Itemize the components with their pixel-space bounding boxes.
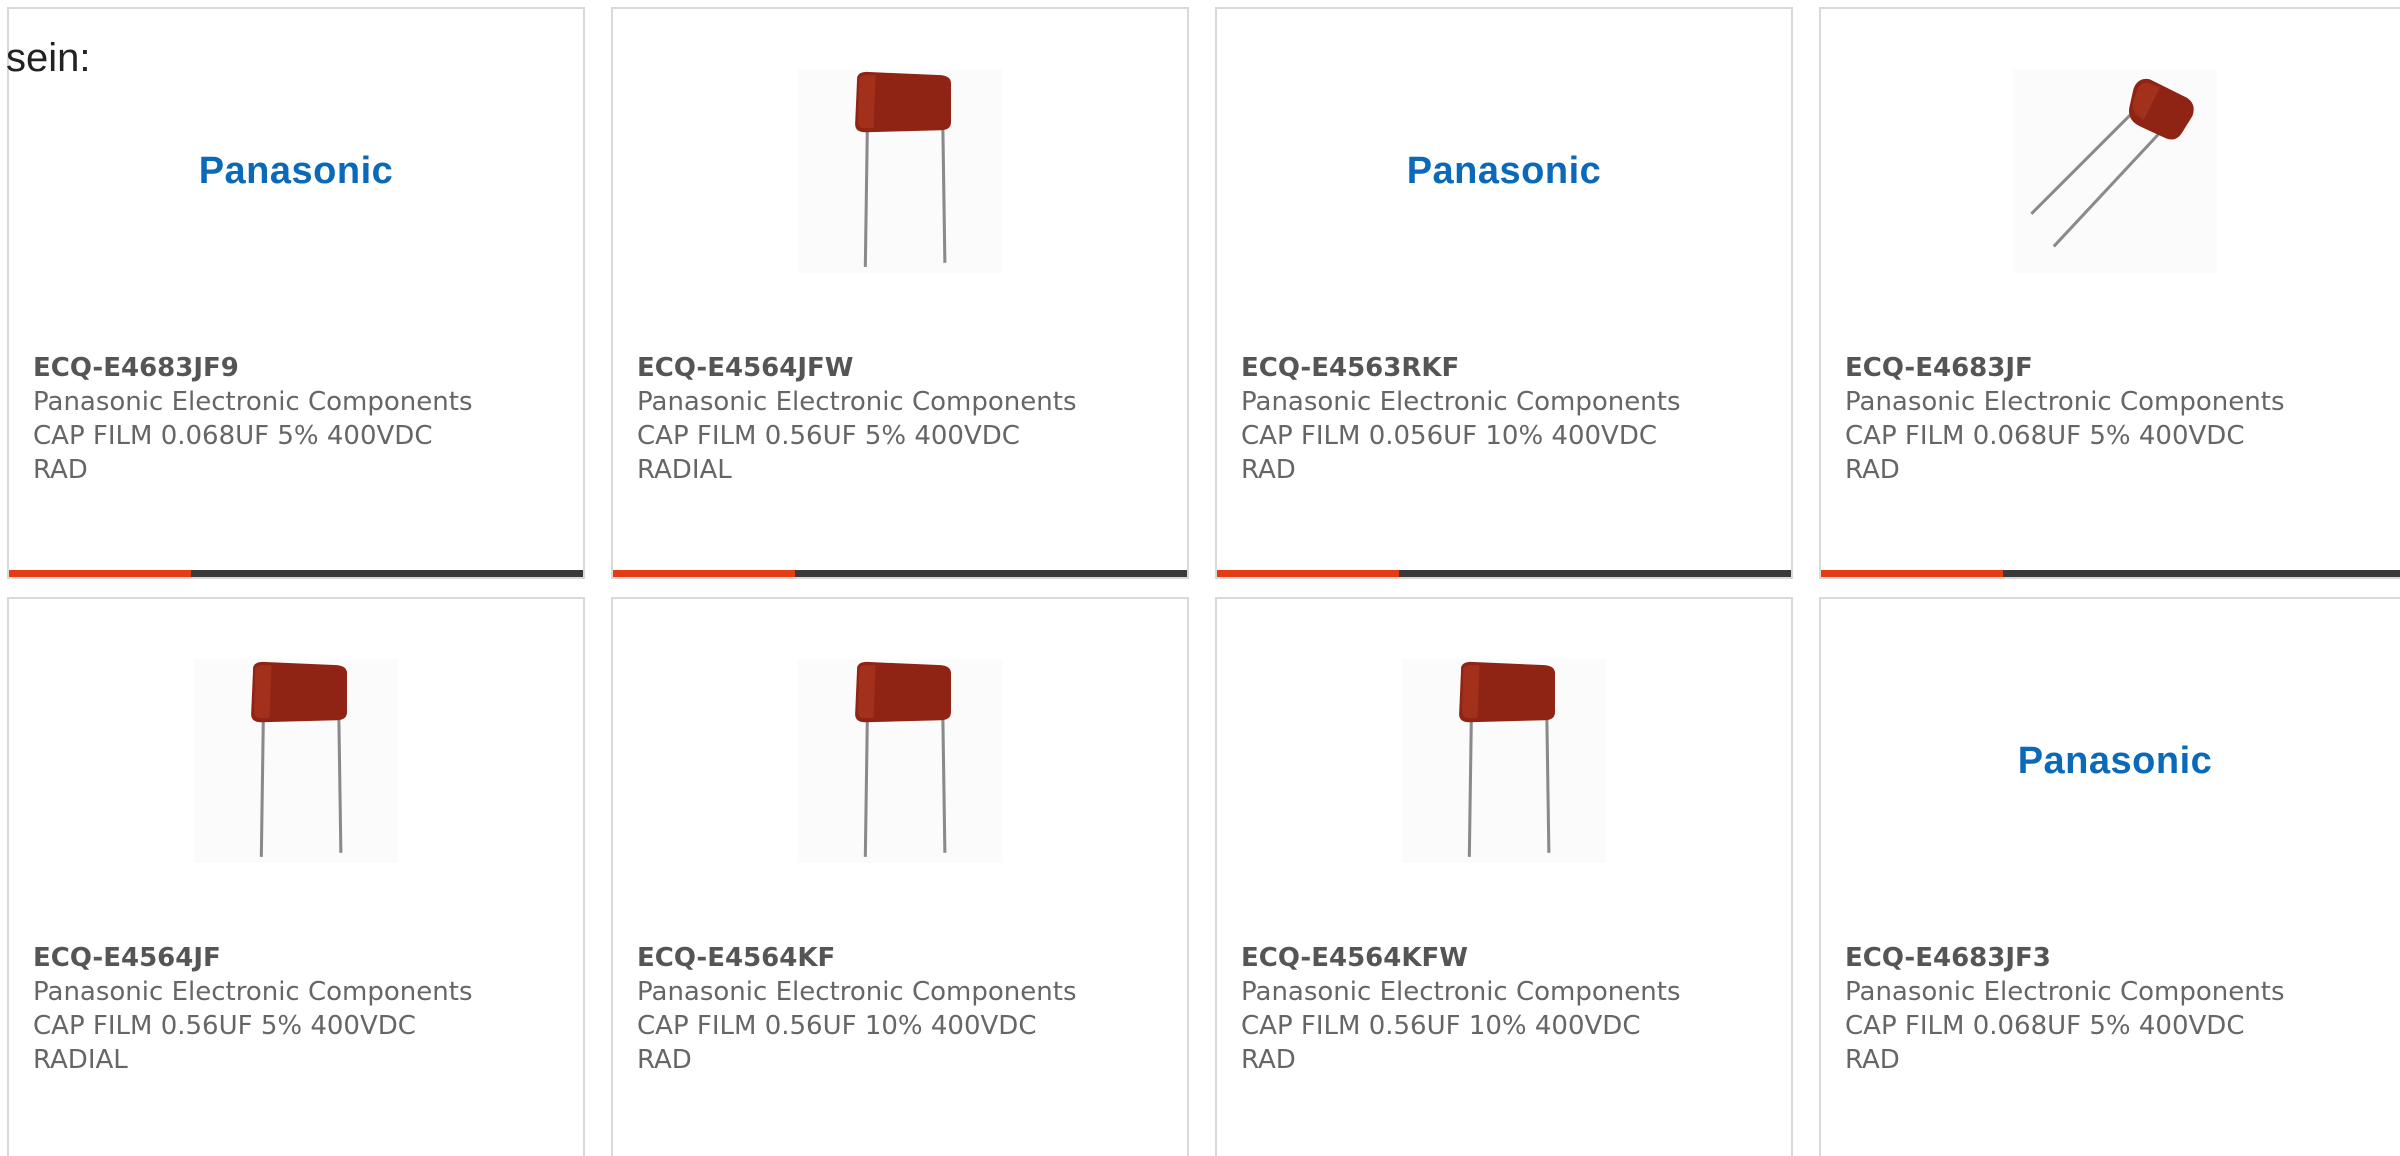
film-capacitor-icon bbox=[194, 659, 398, 863]
product-image[interactable]: Panasonic bbox=[9, 65, 583, 277]
product-card[interactable]: ECQ-E4564JFW Panasonic Electronic Compon… bbox=[611, 7, 1189, 579]
manufacturer-name: Panasonic Electronic Components bbox=[1241, 977, 1681, 1007]
part-number-link[interactable]: ECQ-E4564JFW bbox=[637, 351, 1175, 385]
product-description: CAP FILM 0.056UF 10% 400VDC bbox=[1241, 421, 1658, 451]
product-description: CAP FILM 0.068UF 5% 400VDC bbox=[1845, 1011, 2245, 1041]
product-image[interactable] bbox=[1821, 65, 2400, 277]
manufacturer-name: Panasonic Electronic Components bbox=[637, 977, 1077, 1007]
manufacturer-name: Panasonic Electronic Components bbox=[1845, 977, 2285, 1007]
manufacturer-name: Panasonic Electronic Components bbox=[1845, 387, 2285, 417]
product-description: CAP FILM 0.56UF 10% 400VDC bbox=[1241, 1011, 1641, 1041]
product-card[interactable]: Panasonic ECQ-E4683JF9 Panasonic Electro… bbox=[7, 7, 585, 579]
panasonic-logo: Panasonic bbox=[2017, 739, 2213, 782]
product-description-cont: RAD bbox=[1241, 1045, 1296, 1075]
part-number-link[interactable]: ECQ-E4683JF bbox=[1845, 351, 2397, 385]
product-image[interactable] bbox=[9, 655, 583, 867]
product-description: CAP FILM 0.068UF 5% 400VDC bbox=[1845, 421, 2245, 451]
product-grid-page: sein: Panasonic ECQ-E4683JF9 Panasonic E… bbox=[0, 0, 2400, 1156]
manufacturer-name: Panasonic Electronic Components bbox=[1241, 387, 1681, 417]
product-card[interactable]: Panasonic ECQ-E4563RKF Panasonic Electro… bbox=[1215, 7, 1793, 579]
card-accent-bar bbox=[1217, 570, 1399, 577]
film-capacitor-icon bbox=[798, 69, 1002, 273]
panasonic-logo: Panasonic bbox=[1406, 149, 1602, 192]
product-description-cont: RAD bbox=[637, 1045, 692, 1075]
manufacturer-name: Panasonic Electronic Components bbox=[33, 387, 473, 417]
product-description: CAP FILM 0.56UF 5% 400VDC bbox=[33, 1011, 416, 1041]
part-number-link[interactable]: ECQ-E4683JF9 bbox=[33, 351, 571, 385]
product-description-cont: RADIAL bbox=[33, 1045, 128, 1075]
product-image[interactable]: Panasonic bbox=[1217, 65, 1791, 277]
card-bottom-bar bbox=[1821, 570, 2400, 577]
product-description: CAP FILM 0.56UF 5% 400VDC bbox=[637, 421, 1020, 451]
product-card[interactable]: ECQ-E4564KFW Panasonic Electronic Compon… bbox=[1215, 597, 1793, 1156]
product-image[interactable] bbox=[1217, 655, 1791, 867]
panasonic-logo: Panasonic bbox=[198, 149, 394, 192]
card-accent-bar bbox=[1821, 570, 2003, 577]
intro-text: sein: bbox=[6, 36, 91, 80]
card-accent-bar bbox=[613, 570, 795, 577]
product-description-cont: RAD bbox=[1845, 1045, 1900, 1075]
product-description: CAP FILM 0.56UF 10% 400VDC bbox=[637, 1011, 1037, 1041]
film-capacitor-icon bbox=[798, 659, 1002, 863]
part-number-link[interactable]: ECQ-E4563RKF bbox=[1241, 351, 1779, 385]
part-number-link[interactable]: ECQ-E4683JF3 bbox=[1845, 941, 2397, 975]
product-description-cont: RAD bbox=[1845, 455, 1900, 485]
product-card[interactable]: ECQ-E4564KF Panasonic Electronic Compone… bbox=[611, 597, 1189, 1156]
product-description-cont: RADIAL bbox=[637, 455, 732, 485]
film-capacitor-angled-icon bbox=[2013, 69, 2217, 273]
product-description-cont: RAD bbox=[1241, 455, 1296, 485]
part-number-link[interactable]: ECQ-E4564JF bbox=[33, 941, 571, 975]
product-card[interactable]: ECQ-E4683JF Panasonic Electronic Compone… bbox=[1819, 7, 2400, 579]
manufacturer-name: Panasonic Electronic Components bbox=[637, 387, 1077, 417]
product-description: CAP FILM 0.068UF 5% 400VDC bbox=[33, 421, 433, 451]
product-card[interactable]: ECQ-E4564JF Panasonic Electronic Compone… bbox=[7, 597, 585, 1156]
film-capacitor-icon bbox=[1402, 659, 1606, 863]
card-bottom-bar bbox=[9, 570, 583, 577]
product-image[interactable] bbox=[613, 655, 1187, 867]
product-image[interactable]: Panasonic bbox=[1821, 655, 2400, 867]
card-accent-bar bbox=[9, 570, 191, 577]
card-bottom-bar bbox=[1217, 570, 1791, 577]
part-number-link[interactable]: ECQ-E4564KF bbox=[637, 941, 1175, 975]
product-card[interactable]: Panasonic ECQ-E4683JF3 Panasonic Electro… bbox=[1819, 597, 2400, 1156]
part-number-link[interactable]: ECQ-E4564KFW bbox=[1241, 941, 1779, 975]
product-image[interactable] bbox=[613, 65, 1187, 277]
card-bottom-bar bbox=[613, 570, 1187, 577]
manufacturer-name: Panasonic Electronic Components bbox=[33, 977, 473, 1007]
product-description-cont: RAD bbox=[33, 455, 88, 485]
